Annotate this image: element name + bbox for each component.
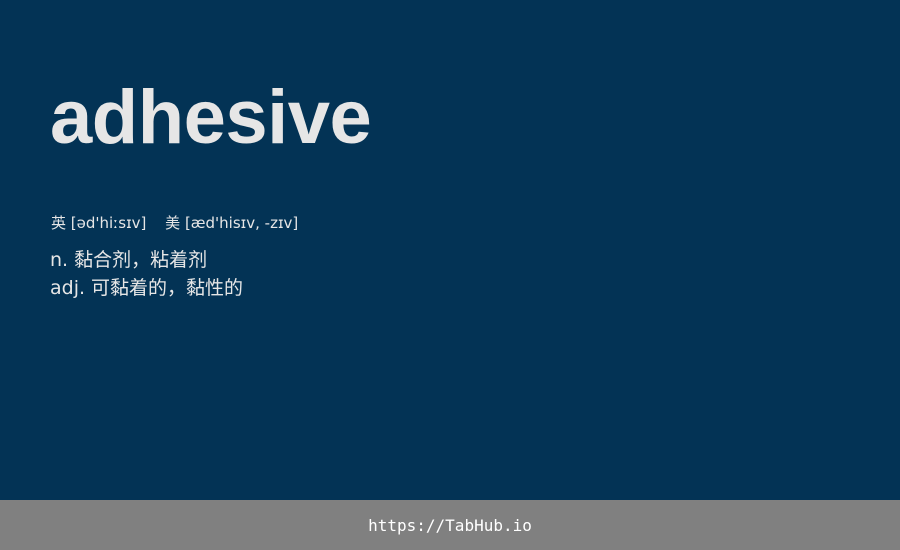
uk-phonetic: [əd'hiːsɪv]	[70, 214, 147, 232]
headword: adhesive	[50, 75, 372, 160]
definition-adjective: adj. 可黏着的，黏性的	[50, 277, 244, 299]
us-label: 美	[165, 214, 181, 232]
phonetics-row: 英 [əd'hiːsɪv] 美 [æd'hisɪv, -zɪv]	[51, 212, 298, 234]
footer-bar: https://TabHub.io	[0, 500, 900, 550]
footer-url[interactable]: https://TabHub.io	[368, 516, 532, 535]
uk-label: 英	[51, 214, 67, 232]
word-card: adhesive 英 [əd'hiːsɪv] 美 [æd'hisɪv, -zɪv…	[0, 0, 900, 500]
definition-noun: n. 黏合剂，粘着剂	[50, 249, 208, 271]
definitions: n. 黏合剂，粘着剂 adj. 可黏着的，黏性的	[50, 246, 243, 302]
us-phonetic: [æd'hisɪv, -zɪv]	[184, 214, 299, 232]
